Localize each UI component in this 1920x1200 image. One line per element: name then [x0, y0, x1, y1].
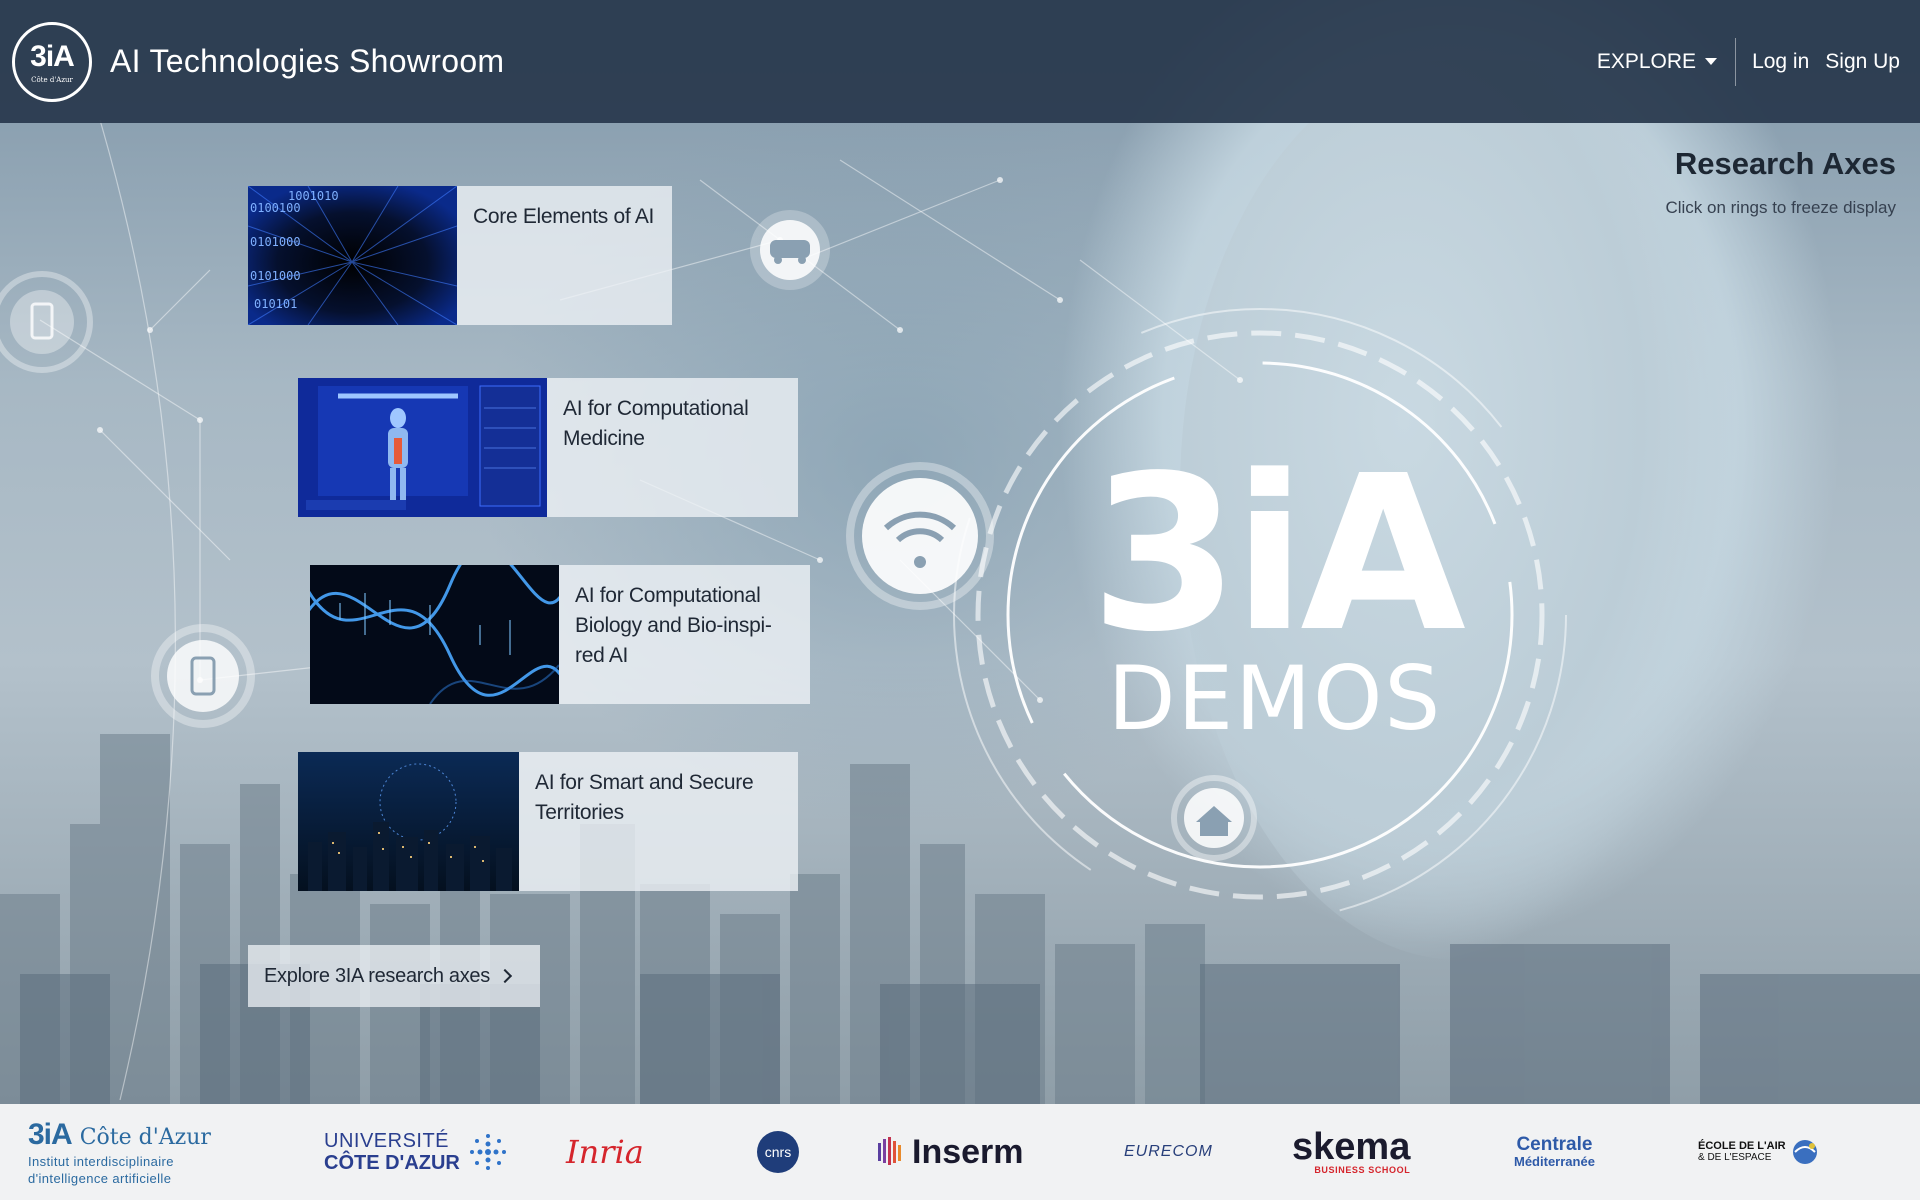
wifi-icon [846, 462, 994, 610]
logo-mark: 3iA [30, 40, 75, 73]
explore-label: EXPLORE [1596, 49, 1697, 73]
partner-centrale-logo[interactable]: Centrale Méditerranée [1514, 1104, 1595, 1200]
partner-3ia-name: Côte d'Azur [79, 1125, 211, 1150]
partner-eurecom-name: EURECOM [1124, 1143, 1213, 1160]
nav-divider [1735, 37, 1737, 86]
signup-link[interactable]: Sign Up [1825, 50, 1900, 74]
research-axes-title: Research Axes [1674, 146, 1896, 181]
partner-cnrs-logo[interactable]: cnrs [757, 1104, 799, 1200]
3ia-demos-mark: 3iA DEMOS [1040, 430, 1510, 750]
top-navbar: 3iA Côte d'Azur AI Technologies Showroom… [0, 0, 1920, 123]
demo-mark-title: 3iA [1090, 430, 1466, 679]
partner-3ia-tagline-2: d'intelligence artificielle [28, 1171, 172, 1186]
partner-3ia-mark: 3iA [28, 1118, 73, 1151]
site-title[interactable]: AI Technologies Showroom [110, 43, 504, 80]
explore-research-axes-label: Explore 3IA research axes [264, 964, 490, 987]
axis-card-label: AI for Computational Biology and Bio-ins… [575, 584, 772, 667]
partner-inserm-name: Inserm [912, 1132, 1024, 1171]
partner-cnrs-name: cnrs [757, 1131, 799, 1173]
tablet-icon [0, 271, 93, 373]
partner-ecole-air-logo[interactable]: ÉCOLE DE L'AIR & DE L'ESPACE [1698, 1104, 1820, 1200]
human-body-scan-image [298, 378, 547, 517]
partner-skema-name: skema [1292, 1126, 1411, 1168]
axis-card-label: AI for Smart and Secure Territories [535, 771, 754, 824]
night-city-image [298, 752, 519, 891]
partner-skema-sub: BUSINESS SCHOOL [1314, 1165, 1411, 1175]
axis-card-smart-territories[interactable]: AI for Smart and Secure Territories [298, 752, 798, 891]
partner-skema-logo[interactable]: skema BUSINESS SCHOOL [1292, 1104, 1410, 1200]
partner-inserm-logo[interactable]: Inserm [878, 1104, 1024, 1200]
partner-eurecom-logo[interactable]: EURECOM [1124, 1104, 1213, 1200]
partner-3ia-tagline-1: Institut interdisciplinaire [28, 1154, 174, 1169]
partner-inria-name: Inria [566, 1133, 644, 1171]
partner-uca-line2: CÔTE D'AZUR [324, 1152, 460, 1174]
partner-uca-logo[interactable]: UNIVERSITÉ CÔTE D'AZUR [324, 1104, 510, 1200]
svg-text:010101: 010101 [254, 297, 297, 311]
chevron-right-icon [497, 968, 513, 984]
hero-background: 3iA DEMOS [0, 0, 1920, 1104]
nav-menu: EXPLORE Log in Sign Up [1597, 0, 1900, 123]
partner-inria-logo[interactable]: Inria [566, 1104, 644, 1200]
axis-card-computational-medicine[interactable]: AI for Computational Medicine [298, 378, 798, 517]
svg-text:1001010: 1001010 [288, 189, 339, 203]
3ia-logo[interactable]: 3iA Côte d'Azur [12, 21, 92, 102]
axis-card-label: AI for Computational Medicine [563, 397, 749, 450]
partner-ecole-line2: & DE L'ESPACE [1698, 1152, 1772, 1163]
car-icon [750, 210, 830, 290]
logo-sub: Côte d'Azur [31, 76, 73, 84]
home-icon [1171, 775, 1257, 861]
axis-card-core-elements[interactable]: 0100100 0101000 0101000 010101 1001010 C… [248, 186, 672, 325]
explore-dropdown[interactable]: EXPLORE [1597, 50, 1733, 74]
network-overlay [0, 119, 1567, 1101]
caret-down-icon [1705, 58, 1718, 65]
svg-text:0101000: 0101000 [250, 269, 301, 283]
globe-icon [1792, 1140, 1817, 1164]
axis-card-label: Core Elements of AI [473, 205, 655, 228]
axis-card-computational-biology[interactable]: AI for Computational Biology and Bio-ins… [310, 565, 810, 704]
uca-dots-icon [469, 1134, 506, 1170]
explore-research-axes-button[interactable]: Explore 3IA research axes [248, 945, 540, 1007]
partner-centrale-name: Centrale [1516, 1134, 1593, 1155]
research-axes-hint: Click on rings to freeze display [1665, 198, 1896, 217]
binary-tunnel-image: 0100100 0101000 0101000 010101 1001010 [248, 186, 457, 325]
partner-centrale-sub: Méditerranée [1514, 1154, 1595, 1169]
phone-icon [151, 624, 255, 728]
login-link[interactable]: Log in [1752, 50, 1809, 74]
partner-ecole-line1: ÉCOLE DE L'AIR [1698, 1140, 1786, 1152]
svg-text:0100100: 0100100 [250, 201, 301, 215]
partners-bar: 3iA Côte d'Azur Institut interdisciplina… [0, 1104, 1920, 1200]
dna-helix-image [310, 565, 559, 704]
svg-text:0101000: 0101000 [250, 235, 301, 249]
inserm-bars-icon [878, 1137, 901, 1165]
demo-mark-subtitle: DEMOS [1107, 647, 1443, 750]
partner-uca-line1: UNIVERSITÉ [324, 1130, 450, 1152]
partner-3ia-logo[interactable]: 3iA Côte d'Azur Institut interdisciplina… [28, 1104, 211, 1200]
